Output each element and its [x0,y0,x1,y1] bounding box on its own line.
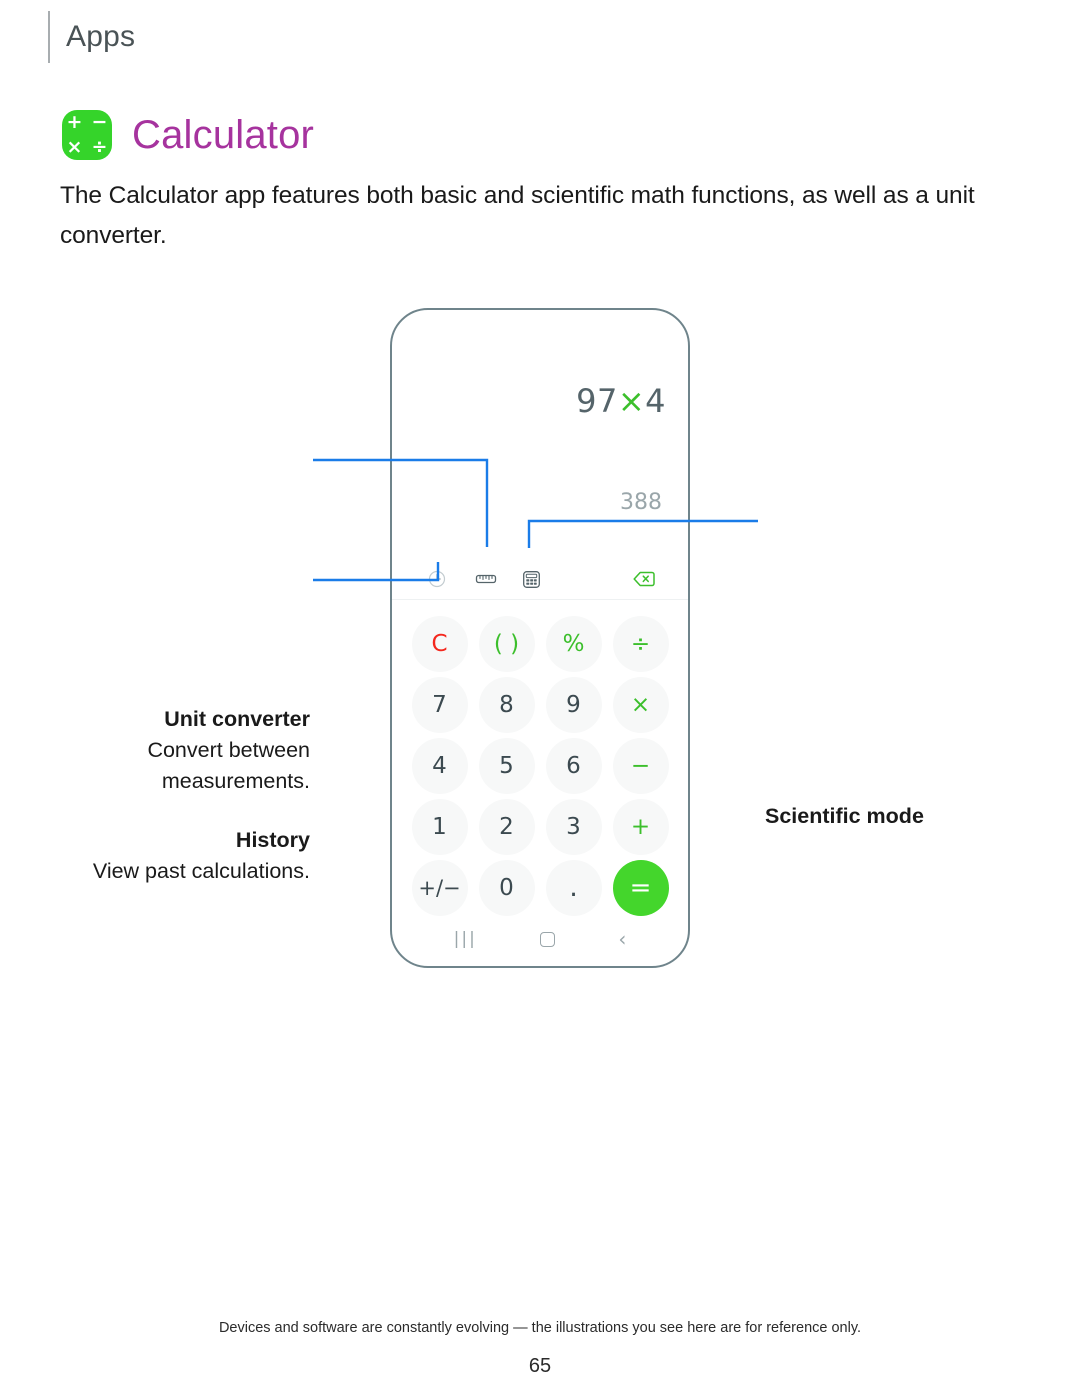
multiply-icon: × [66,136,83,158]
key-8[interactable]: 8 [478,677,535,734]
key-2[interactable]: 2 [478,798,535,855]
section-heading: + − × ÷ Calculator [62,110,314,160]
footer-disclaimer: Devices and software are constantly evol… [218,1320,862,1336]
key-6[interactable]: 6 [545,737,602,794]
key-multiply[interactable]: × [612,677,669,734]
divide-icon: ÷ [91,136,108,158]
callout-unit-converter-body: Convert between measurements. [147,738,310,793]
key-3[interactable]: 3 [545,798,602,855]
callout-history-title: History [235,828,310,852]
key-equals[interactable]: = [612,859,669,916]
key-1[interactable]: 1 [411,798,468,855]
result-text: 388 [620,490,662,515]
expression-operand-left: 97 [576,382,618,420]
key-sign-toggle[interactable]: +/− [411,859,468,916]
page-header: Apps [48,8,135,66]
intro-paragraph: The Calculator app features both basic a… [60,182,975,249]
key-decimal[interactable]: . [545,859,602,916]
key-percent[interactable]: % [545,616,602,673]
callout-unit-converter-title: Unit converter [164,707,310,731]
key-9[interactable]: 9 [545,677,602,734]
recents-icon[interactable]: ||| [454,929,477,949]
key-divide[interactable]: ÷ [612,616,669,673]
home-icon[interactable] [540,931,556,947]
backspace-icon[interactable] [632,567,656,591]
expression-operand-right: 4 [645,382,666,420]
callout-history: History View past calculations. [60,825,310,887]
phone-mockup: 97×4 388 C () % ÷ 7 8 9 × 4 5 6 − 1 2 3… [390,308,690,968]
callout-scientific-mode-title: Scientific mode [765,804,924,828]
key-add[interactable]: + [612,798,669,855]
page-title: Apps [66,20,136,53]
back-icon[interactable]: ‹ [618,927,626,951]
android-navigation-bar: ||| ‹ [392,918,688,966]
phone-screen: 97×4 388 C () % ÷ 7 8 9 × 4 5 6 − 1 2 3… [392,310,688,966]
key-4[interactable]: 4 [411,737,468,794]
key-5[interactable]: 5 [478,737,535,794]
calculator-figure: 97×4 388 C () % ÷ 7 8 9 × 4 5 6 − 1 2 3… [0,290,1080,1010]
key-subtract[interactable]: − [612,737,669,794]
callout-history-body: View past calculations. [92,859,310,883]
calculator-toolbar [392,560,688,600]
key-clear[interactable]: C [411,616,468,673]
expression-operator: × [617,382,646,420]
section-title: Calculator [132,112,315,157]
expression-text: 97×4 [576,382,666,420]
key-7[interactable]: 7 [411,677,468,734]
callout-unit-converter: Unit converter Convert between measureme… [60,704,310,797]
minus-icon: − [91,111,108,133]
calculator-keypad: C ( ) % ÷ 7 8 9 × 4 5 6 − 1 2 3 + +/− 0 … [392,600,688,918]
callout-scientific-mode: Scientific mode [765,801,1025,832]
history-icon[interactable] [425,567,449,591]
calculator-app-icon: + − × ÷ [62,110,112,160]
key-0[interactable]: 0 [478,859,535,916]
page-number: 65 [528,1355,552,1377]
calculator-display: 97×4 388 [392,310,688,560]
scientific-calculator-icon[interactable] [519,567,543,591]
header-divider [48,11,50,63]
key-parentheses[interactable]: ( ) [478,616,535,673]
ruler-icon[interactable] [474,567,498,591]
plus-icon: + [66,111,83,133]
